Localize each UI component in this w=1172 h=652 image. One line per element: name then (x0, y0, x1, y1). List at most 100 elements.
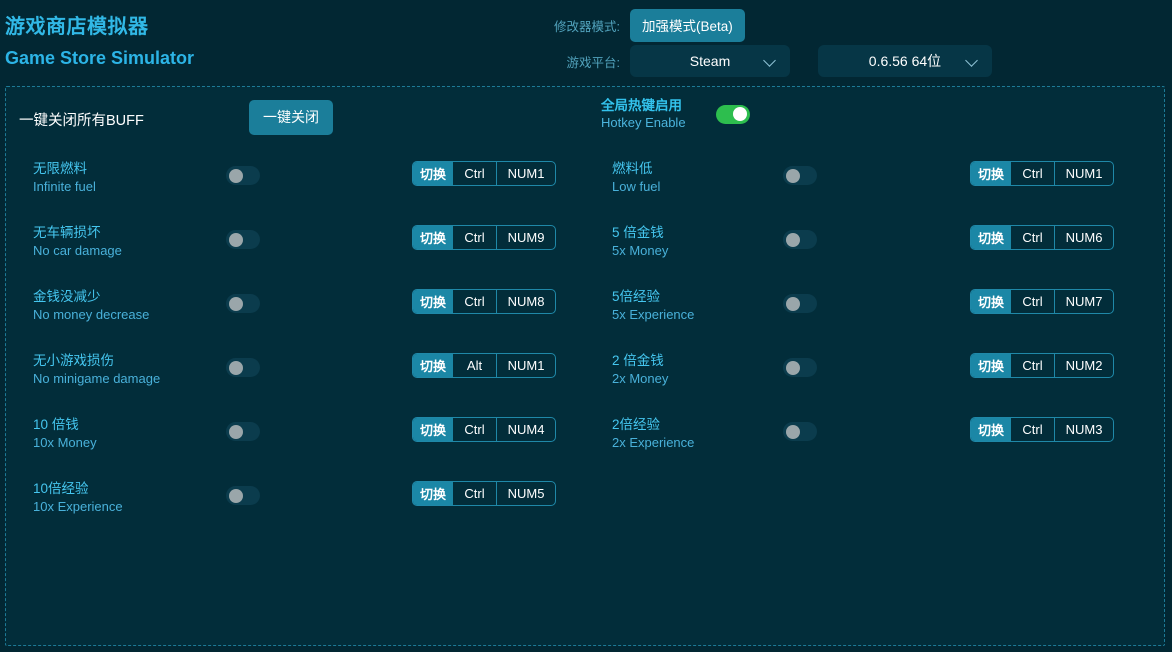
hotkey-group[interactable]: 切换CtrlNUM5 (412, 481, 556, 506)
cheat-row: 无车辆损坏No car damage切换CtrlNUM9 (19, 213, 589, 277)
hotkey-enable-labels: 全局热键启用 Hotkey Enable (601, 97, 686, 131)
cheat-toggle[interactable] (226, 422, 260, 441)
cheat-labels: 无小游戏损伤No minigame damage (33, 352, 160, 388)
hotkey-group[interactable]: 切换CtrlNUM7 (970, 289, 1114, 314)
toggle-knob (733, 107, 747, 121)
hotkey-modifier-key[interactable]: Ctrl (1011, 162, 1055, 185)
hotkey-main-key[interactable]: NUM6 (1055, 226, 1113, 249)
cheat-column-right: 燃料低Low fuel切换CtrlNUM15 倍金钱5x Money切换Ctrl… (598, 149, 1168, 469)
hotkey-modifier-key[interactable]: Ctrl (453, 290, 497, 313)
hotkey-modifier-key[interactable]: Ctrl (1011, 418, 1055, 441)
cheat-toggle[interactable] (226, 294, 260, 313)
trainer-mode-row: 修改器模式: 加强模式(Beta) (552, 9, 745, 42)
hotkey-group[interactable]: 切换CtrlNUM3 (970, 417, 1114, 442)
toggle-knob (786, 425, 800, 439)
close-all-buffs-label: 一键关闭所有BUFF (19, 109, 144, 130)
hotkey-modifier-key[interactable]: Ctrl (1011, 226, 1055, 249)
trainer-mode-button[interactable]: 加强模式(Beta) (630, 9, 745, 42)
toggle-knob (229, 233, 243, 247)
hotkey-modifier-key[interactable]: Ctrl (453, 418, 497, 441)
hotkey-main-key[interactable]: NUM2 (1055, 354, 1113, 377)
cheat-label-en: 5x Money (612, 242, 668, 260)
hotkey-group[interactable]: 切换AltNUM1 (412, 353, 556, 378)
hotkey-group[interactable]: 切换CtrlNUM8 (412, 289, 556, 314)
cheat-toggle[interactable] (783, 230, 817, 249)
hotkey-group[interactable]: 切换CtrlNUM6 (970, 225, 1114, 250)
cheat-label-cn: 无限燃料 (33, 160, 96, 178)
hotkey-main-key[interactable]: NUM9 (497, 226, 555, 249)
hotkey-main-key[interactable]: NUM5 (497, 482, 555, 505)
version-select-value: 0.6.56 64位 (869, 51, 941, 71)
hotkey-enable-toggle[interactable] (716, 105, 750, 124)
hotkey-group[interactable]: 切换CtrlNUM1 (412, 161, 556, 186)
cheat-toggle[interactable] (226, 486, 260, 505)
cheat-label-cn: 5 倍金钱 (612, 224, 668, 242)
hotkey-group[interactable]: 切换CtrlNUM1 (970, 161, 1114, 186)
hotkey-action-label: 切换 (971, 290, 1011, 313)
toggle-knob (229, 169, 243, 183)
hotkey-modifier-key[interactable]: Ctrl (453, 482, 497, 505)
cheat-row: 5 倍金钱5x Money 切换CtrlNUM6 (598, 213, 1168, 277)
hotkey-modifier-key[interactable]: Ctrl (1011, 354, 1055, 377)
cheat-row: 5倍经验5x Experience 切换CtrlNUM7 (598, 277, 1168, 341)
hotkey-action-label: 切换 (413, 290, 453, 313)
cheat-label-cn: 无车辆损坏 (33, 224, 122, 242)
platform-select[interactable]: Steam (630, 45, 790, 77)
cheat-toggle[interactable] (783, 294, 817, 313)
cheat-label-en: 2x Money (612, 370, 668, 388)
cheat-row: 无限燃料Infinite fuel 切换CtrlNUM1 (19, 149, 589, 213)
hotkey-enable-label-en: Hotkey Enable (601, 114, 686, 131)
hotkey-main-key[interactable]: NUM4 (497, 418, 555, 441)
cheat-label-en: 5x Experience (612, 306, 694, 324)
cheat-labels: 10 倍钱10x Money (33, 416, 97, 452)
hotkey-modifier-key[interactable]: Ctrl (1011, 290, 1055, 313)
cheat-label-cn: 燃料低 (612, 160, 660, 178)
hotkey-main-key[interactable]: NUM3 (1055, 418, 1113, 441)
cheat-toggle[interactable] (783, 166, 817, 185)
close-all-buffs-button[interactable]: 一键关闭 (249, 100, 333, 135)
hotkey-group[interactable]: 切换CtrlNUM4 (412, 417, 556, 442)
app-header: 游戏商店模拟器 Game Store Simulator 修改器模式: 加强模式… (0, 0, 1172, 84)
chevron-down-icon (765, 55, 776, 66)
toggle-knob (229, 297, 243, 311)
hotkey-main-key[interactable]: NUM1 (497, 354, 555, 377)
platform-select-value: Steam (690, 53, 730, 69)
cheat-labels: 2 倍金钱2x Money (612, 352, 668, 388)
hotkey-main-key[interactable]: NUM7 (1055, 290, 1113, 313)
toggle-knob (786, 233, 800, 247)
hotkey-group[interactable]: 切换CtrlNUM2 (970, 353, 1114, 378)
cheat-labels: 无限燃料Infinite fuel (33, 160, 96, 196)
hotkey-main-key[interactable]: NUM8 (497, 290, 555, 313)
cheat-toggle[interactable] (226, 230, 260, 249)
cheat-label-en: No minigame damage (33, 370, 160, 388)
cheat-labels: 5 倍金钱5x Money (612, 224, 668, 260)
panel-top-bar: 一键关闭所有BUFF 一键关闭 全局热键启用 Hotkey Enable (6, 87, 1164, 149)
chevron-down-icon (967, 55, 978, 66)
hotkey-action-label: 切换 (413, 162, 453, 185)
cheat-toggle[interactable] (226, 358, 260, 377)
cheat-label-cn: 2 倍金钱 (612, 352, 668, 370)
hotkey-main-key[interactable]: NUM1 (1055, 162, 1113, 185)
hotkey-modifier-key[interactable]: Ctrl (453, 226, 497, 249)
cheat-labels: 10倍经验10x Experience (33, 480, 123, 516)
cheat-toggle[interactable] (226, 166, 260, 185)
hotkey-action-label: 切换 (413, 418, 453, 441)
hotkey-modifier-key[interactable]: Alt (453, 354, 497, 377)
hotkey-main-key[interactable]: NUM1 (497, 162, 555, 185)
hotkey-modifier-key[interactable]: Ctrl (453, 162, 497, 185)
cheat-toggle[interactable] (783, 422, 817, 441)
cheat-toggle[interactable] (783, 358, 817, 377)
cheat-label-cn: 10倍经验 (33, 480, 123, 498)
cheat-row: 2倍经验2x Experience切换CtrlNUM3 (598, 405, 1168, 469)
cheat-row: 10倍经验10x Experience 切换CtrlNUM5 (19, 469, 589, 533)
cheat-label-cn: 金钱没减少 (33, 288, 149, 306)
hotkey-group[interactable]: 切换CtrlNUM9 (412, 225, 556, 250)
toggle-knob (786, 297, 800, 311)
cheat-row: 金钱没减少No money decrease 切换CtrlNUM8 (19, 277, 589, 341)
cheat-label-cn: 无小游戏损伤 (33, 352, 160, 370)
cheat-label-en: Low fuel (612, 178, 660, 196)
cheat-labels: 5倍经验5x Experience (612, 288, 694, 324)
version-select[interactable]: 0.6.56 64位 (818, 45, 992, 77)
cheat-label-en: No money decrease (33, 306, 149, 324)
toggle-knob (229, 361, 243, 375)
